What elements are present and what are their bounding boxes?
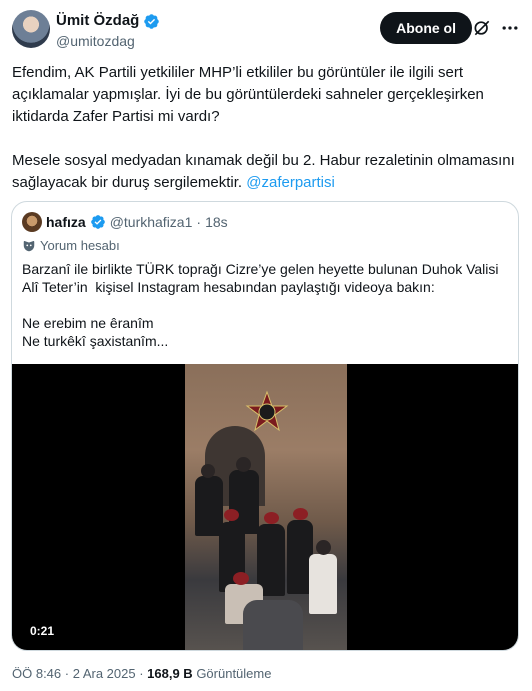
mention-link[interactable]: @zaferpartisi — [246, 174, 335, 191]
more-icon[interactable] — [500, 18, 520, 38]
tweet-paragraph-1: Efendim, AK Partili yetkililer MHP’li et… — [12, 64, 489, 125]
beret — [233, 572, 249, 585]
vehicle — [243, 600, 303, 650]
verified-badge-icon — [144, 13, 160, 29]
quoted-tweet[interactable]: hafıza @turkhafiza1 · 18s Yorum hesabı B… — [11, 201, 519, 651]
verified-badge-icon — [90, 215, 105, 229]
views-count: 168,9 B — [147, 666, 193, 681]
tweet-text: Efendim, AK Partili yetkililer MHP’li et… — [12, 62, 520, 194]
meta-separator: · — [135, 666, 148, 681]
quote-account-label: Yorum hesabı — [22, 238, 120, 253]
author-name[interactable]: Ümit Özdağ — [56, 12, 139, 30]
quote-header: hafıza @turkhafiza1 · 18s — [22, 212, 228, 232]
tweet-date[interactable]: 2 Ara 2025 — [73, 666, 136, 681]
quote-text-line-2: Ne erebim ne êranîm — [22, 315, 154, 331]
quote-time[interactable]: 18s — [205, 213, 228, 231]
author-avatar[interactable] — [12, 10, 50, 48]
quote-text-line-1: Barzanî ile birlikte TÜRK toprağı Cizre’… — [22, 261, 502, 295]
quote-author-handle[interactable]: @turkhafiza1 — [110, 213, 193, 231]
tweet-time[interactable]: ÖÖ 8:46 — [12, 666, 61, 681]
author-name-row[interactable]: Ümit Özdağ — [56, 12, 160, 30]
quote-separator: · — [196, 214, 202, 230]
author-info: Ümit Özdağ @umitozdag — [56, 12, 160, 50]
quote-text-line-3: Ne turkêkî şaxistanîm... — [22, 333, 169, 349]
video-player[interactable]: 0:21 — [12, 364, 518, 650]
person-head — [236, 457, 251, 472]
tweet-meta: ÖÖ 8:46 · 2 Ara 2025 · 168,9 B Görüntüle… — [12, 666, 271, 682]
emblem-icon — [245, 390, 289, 432]
video-time: 0:21 — [26, 622, 59, 640]
beret — [264, 512, 279, 524]
follow-button[interactable]: Abone ol — [380, 12, 472, 44]
video-frame — [185, 364, 347, 650]
beret — [224, 509, 239, 521]
quote-author-name[interactable]: hafıza — [46, 213, 86, 231]
person-head — [316, 540, 331, 555]
quote-author-avatar[interactable] — [22, 212, 42, 232]
beret — [293, 508, 308, 520]
quote-text: Barzanî ile birlikte TÜRK toprağı Cizre’… — [22, 260, 510, 350]
author-handle[interactable]: @umitozdag — [56, 32, 160, 50]
views-label: Görüntüleme — [192, 666, 272, 681]
commentary-account-icon — [23, 240, 35, 251]
grok-icon[interactable] — [472, 18, 492, 38]
person-figure — [309, 554, 337, 614]
tweet-header: Ümit Özdağ @umitozdag Abone ol — [12, 6, 520, 54]
quote-account-label-text: Yorum hesabı — [40, 238, 120, 253]
person-head — [201, 464, 215, 478]
meta-separator: · — [61, 666, 73, 681]
